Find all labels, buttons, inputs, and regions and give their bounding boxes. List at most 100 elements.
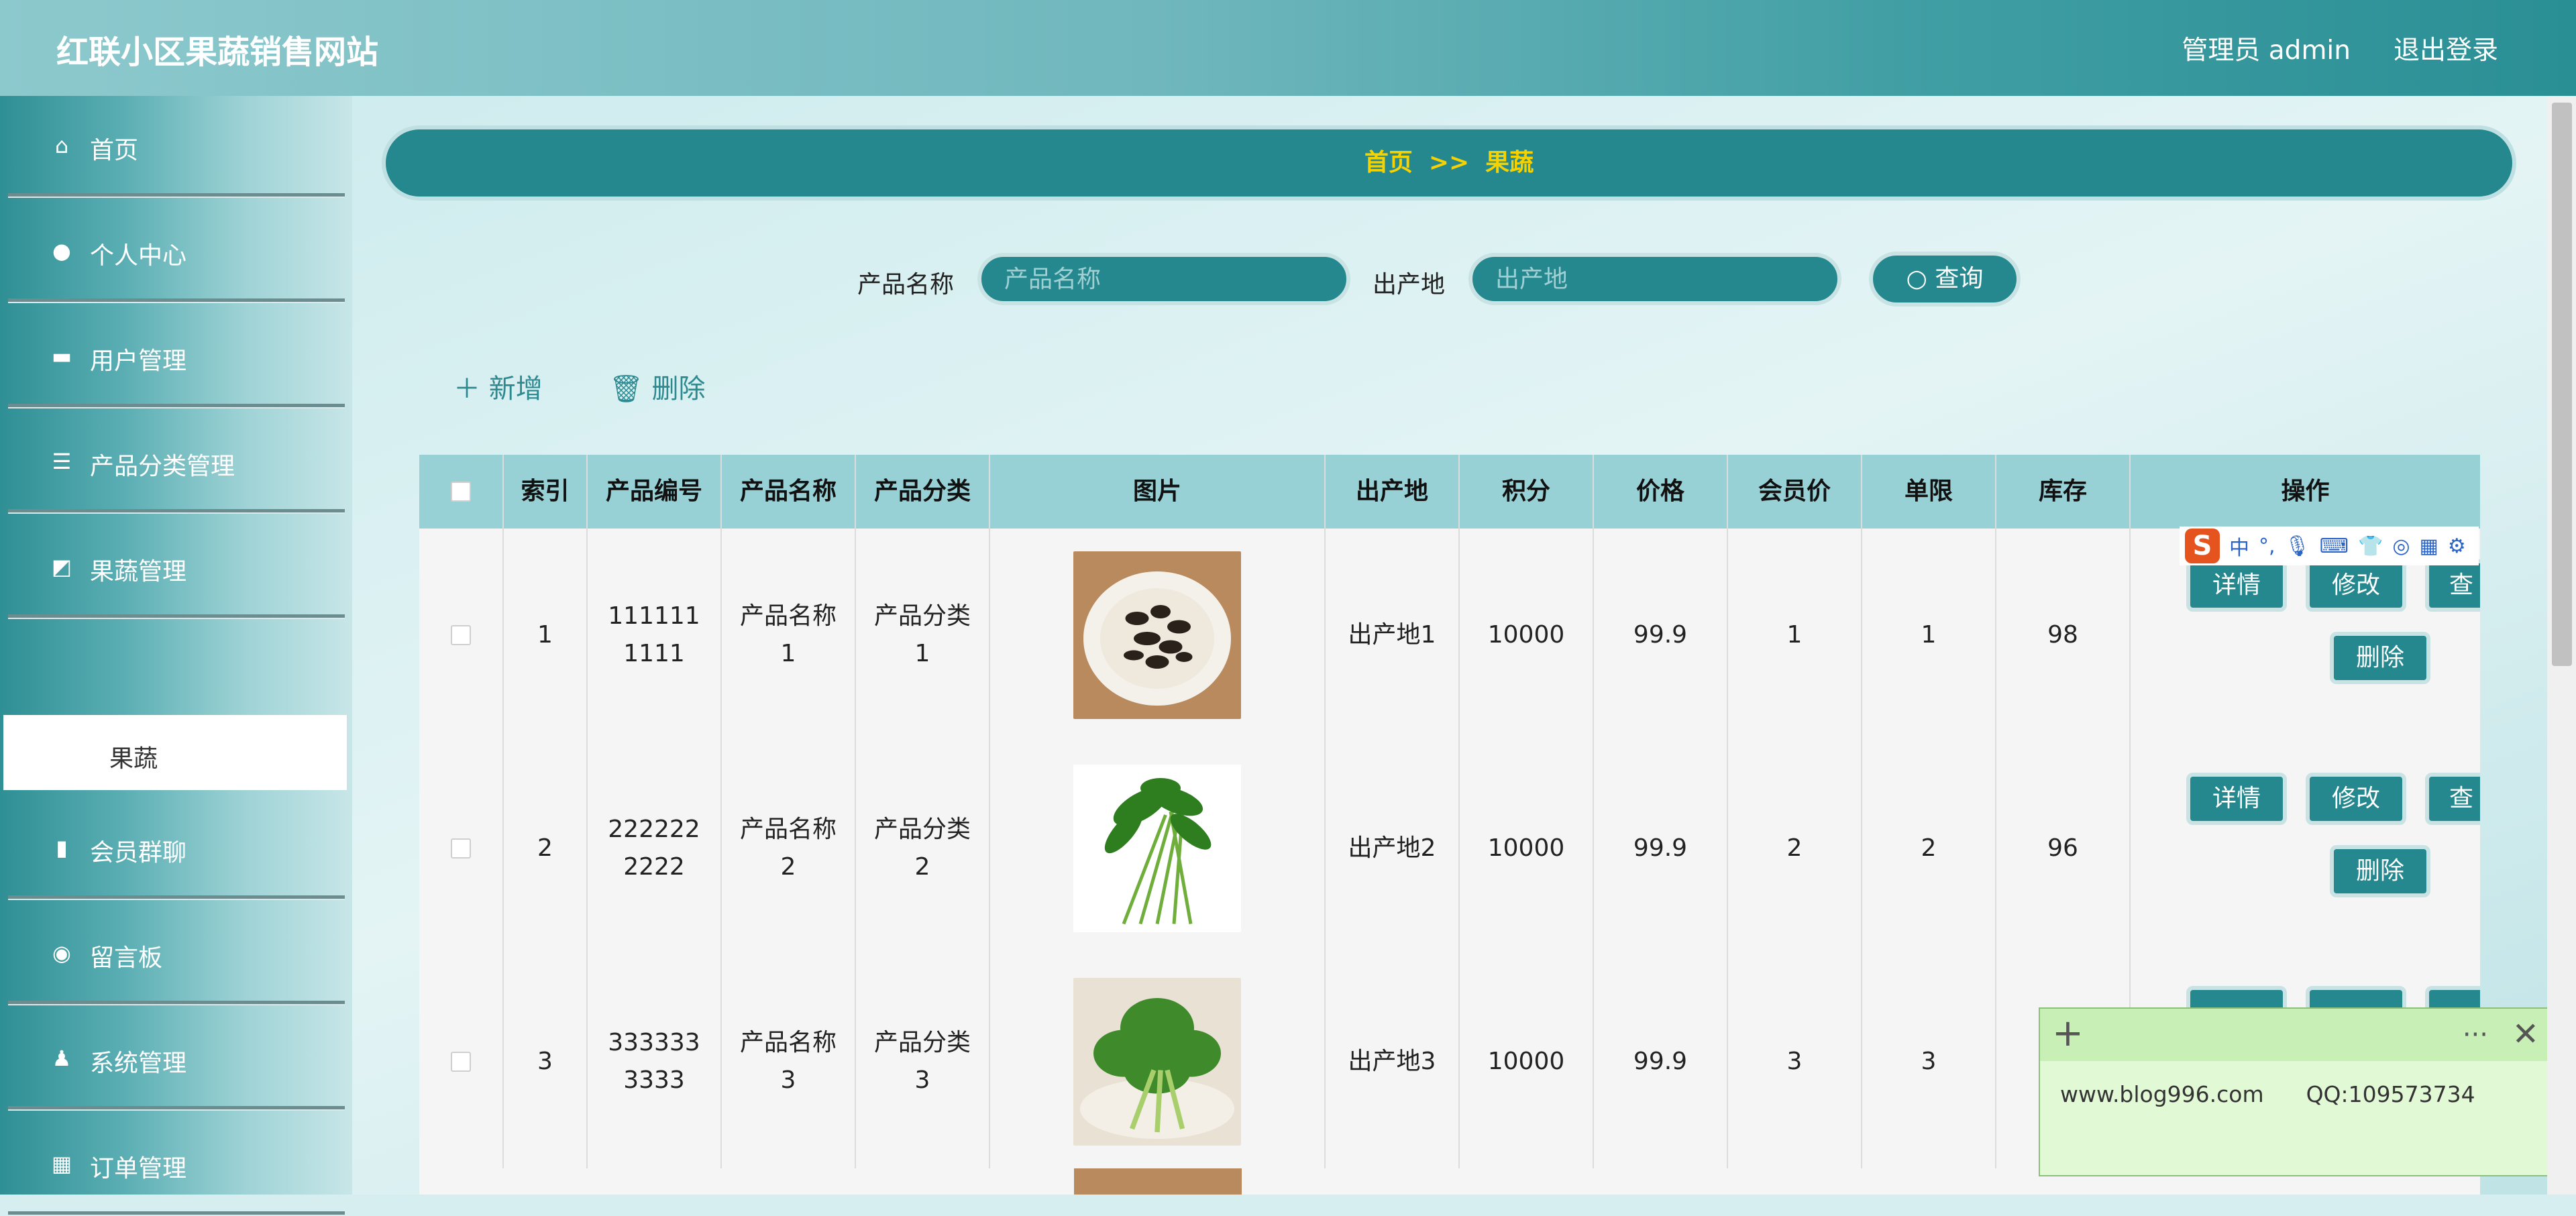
origin-cell: 出产地3 [1326,955,1460,1168]
product-name-input[interactable] [977,253,1350,305]
delete-row-button[interactable]: 删除 [2330,632,2430,684]
chevron-down-icon: ﹀ [303,348,321,368]
name-cell: 产品名称2 [722,742,856,955]
sidebar-subitem-produce[interactable]: 果蔬 [3,715,347,790]
chevron-down-icon: ﹀ [303,1050,321,1070]
sidebar-item-label: 订单管理 [90,1155,187,1182]
table-row: 2 2222222222 产品名称2 产品分类2 出产地2 10000 99.9… [419,742,2480,956]
sidebar-item-order-management[interactable]: ▦ 订单管理 ﹀ [8,1114,345,1216]
close-icon[interactable]: ✕ [2512,1015,2539,1053]
product-image-black-mushroom [1073,551,1241,719]
breadcrumb-current: 果蔬 [1485,149,1534,176]
sidebar-item-category-management[interactable]: ☰ 产品分类管理 ﹀ [8,412,345,514]
query-button[interactable]: ○ 查询 [1869,252,2021,307]
origin-cell: 出产地2 [1326,742,1460,955]
category-cell: 产品分类1 [856,529,990,742]
scrollbar-thumb[interactable] [2552,103,2572,666]
breadcrumb-home[interactable]: 首页 [1364,149,1413,176]
breadcrumb: 首页 >> 果蔬 [386,129,2512,197]
sticky-note[interactable]: + ··· ✕ www.blog996.com QQ:109573734 [2039,1007,2557,1176]
stock-cell: 96 [1996,742,2131,955]
table-row: 1 1111111111 产品名称1 产品分类1 出产地1 10000 99.9… [419,529,2480,743]
more-icon[interactable]: ··· [2463,1019,2488,1050]
divider [8,509,345,514]
home-icon: ⌂ [54,133,69,158]
detail-button[interactable]: 详情 [2186,773,2287,825]
sidebar: ⌂ 首页 ● 个人中心 ﹀ ▬ 用户管理 ﹀ ☰ 产品分类管理 ﹀ ◩ 果蔬管理… [0,96,352,1216]
punctuation-icon[interactable]: °, [2259,535,2275,558]
plus-icon: ＋ [453,374,480,404]
sticky-note-text[interactable]: www.blog996.com QQ:109573734 [2060,1081,2475,1107]
stock-cell: 98 [1996,529,2131,742]
skin-icon[interactable]: 👕 [2358,535,2383,558]
select-all-cell [419,455,504,529]
grid-icon: ▦ [51,1151,72,1176]
sidebar-item-label: 个人中心 [90,242,187,270]
settings-icon[interactable]: ⚙ [2448,535,2466,558]
member-price-cell: 1 [1728,529,1862,742]
user-icon: ● [52,238,71,264]
edit-button[interactable]: 修改 [2306,773,2406,825]
category-cell: 产品分类3 [856,955,990,1168]
sogou-logo-icon[interactable]: S [2185,529,2220,563]
row-select-cell [419,529,504,742]
delete-button[interactable]: 🗑 删除 [609,367,706,406]
view-button[interactable]: 查 [2425,559,2480,612]
microphone-icon[interactable]: 🎙 [2285,535,2310,558]
sidebar-item-personal-center[interactable]: ● 个人中心 ﹀ [8,201,345,303]
price-cell: 99.9 [1594,955,1728,1168]
plus-icon[interactable]: + [2052,1011,2084,1055]
apps-icon[interactable]: ▦ [2420,535,2438,558]
sidebar-item-label: 系统管理 [90,1050,187,1077]
sidebar-item-system-management[interactable]: ♟ 系统管理 ﹀ [8,1009,345,1111]
select-all-checkbox[interactable] [451,482,471,502]
sidebar-item-produce-management[interactable]: ◩ 果蔬管理 ﹀ [8,517,345,619]
robot-icon[interactable]: ◎ [2392,535,2410,558]
sidebar-item-home[interactable]: ⌂ 首页 [8,96,345,198]
price-cell: 99.9 [1594,742,1728,955]
image-cell [990,529,1326,742]
add-button-label: 新增 [488,374,543,404]
search-icon: ○ [1906,265,1927,292]
view-button[interactable]: 查 [2425,773,2480,825]
column-header: 操作 [2281,478,2330,505]
keyboard-icon[interactable]: ⌨ [2320,535,2349,558]
detail-button[interactable]: 详情 [2186,559,2287,612]
divider [8,193,345,198]
product-image-water-spinach [1073,765,1241,932]
product-image-partial [1074,1168,1242,1195]
divider [8,1106,345,1111]
breadcrumb-separator: >> [1428,149,1470,176]
limit-cell: 2 [1862,742,1996,955]
add-button[interactable]: ＋ 新增 [453,367,543,406]
column-header: 产品名称 [722,455,856,529]
logout-link[interactable]: 退出登录 [2394,30,2498,67]
code-cell: 2222222222 [588,742,722,955]
image-cell [990,742,1326,955]
table-header: 索引 产品编号 产品名称 产品分类 图片 出产地 积分 价格 会员价 单限 库存… [419,455,2480,529]
sidebar-item-message-board[interactable]: ◉ 留言板 ﹀ [8,903,345,1005]
column-header: 积分 [1460,455,1594,529]
sticky-note-titlebar[interactable]: + ··· ✕ [2040,1009,2555,1061]
sidebar-item-user-management[interactable]: ▬ 用户管理 ﹀ [8,307,345,408]
points-cell: 10000 [1460,955,1594,1168]
delete-row-button[interactable]: 删除 [2330,845,2430,897]
ime-toolbar: S 中 °, 🎙 ⌨ 👕 ◎ ▦ ⚙ [2180,527,2479,565]
divider [8,895,345,900]
divider [8,1001,345,1005]
page-scrollbar[interactable] [2547,96,2576,1195]
ime-mode-indicator[interactable]: 中 [2229,531,2249,561]
admin-label: 管理员 admin [2182,36,2351,66]
chart-icon: ◩ [51,554,72,579]
divider [8,404,345,408]
code-cell: 1111111111 [588,529,722,742]
row-checkbox[interactable] [451,838,471,859]
row-checkbox[interactable] [451,625,471,645]
sidebar-item-member-chat[interactable]: ▮ 会员群聊 ﹀ [8,798,345,900]
edit-button[interactable]: 修改 [2306,559,2406,612]
column-header: 会员价 [1728,455,1862,529]
origin-input[interactable] [1468,253,1841,305]
row-checkbox[interactable] [451,1052,471,1072]
origin-label: 出产地 [1373,271,1446,298]
sidebar-item-label: 会员群聊 [90,839,187,867]
